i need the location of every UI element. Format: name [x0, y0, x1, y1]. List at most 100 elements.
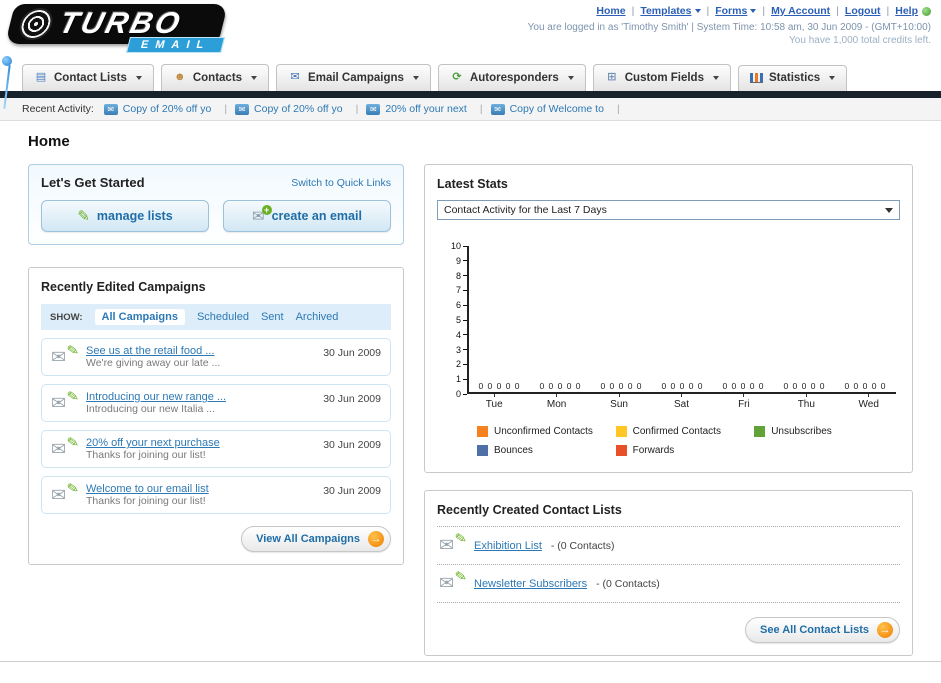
chevron-down-icon [412, 75, 419, 80]
tab-label: Contacts [192, 71, 243, 84]
edit-list-icon: ✉ ✎ [439, 529, 469, 555]
filter-sent[interactable]: Sent [261, 311, 284, 323]
top-link-forms[interactable]: Forms [715, 5, 747, 17]
view-all-campaigns-button[interactable]: View All Campaigns → [241, 526, 391, 552]
tab-label: Email Campaigns [308, 71, 404, 84]
filter-archived[interactable]: Archived [296, 311, 339, 323]
campaign-title-link[interactable]: Welcome to our email list [86, 483, 314, 495]
email-campaigns-icon: ✉ [290, 71, 300, 83]
page-title: Home [28, 133, 70, 150]
campaign-title-link[interactable]: 20% off your next purchase [86, 437, 314, 449]
recent-activity-item[interactable]: ✉ Copy of 20% off yo [103, 103, 235, 115]
arrow-right-icon: → [368, 531, 384, 547]
tab-custom-fields[interactable]: ⊞ Custom Fields [592, 64, 731, 91]
stats-range-select[interactable]: Contact Activity for the Last 7 Days [437, 200, 900, 220]
recent-activity-bar: Recent Activity: ✉ Copy of 20% off yo ✉ … [0, 98, 941, 121]
contacts-icon: ☻ [174, 71, 186, 83]
pencil-icon: ✎ [77, 208, 90, 225]
contact-list-count: - (0 Contacts) [596, 577, 660, 590]
campaign-subtitle: We're giving away our late ... [86, 357, 221, 369]
plus-icon: + [261, 205, 272, 215]
legend-swatch [477, 445, 488, 456]
create-email-button[interactable]: ✉ + create an email [223, 200, 391, 232]
tab-contact-lists[interactable]: ▤ Contact Lists [22, 64, 154, 91]
show-label: SHOW: [50, 311, 83, 323]
contact-list-row: ✉ ✎ Newsletter Subscribers - (0 Contacts) [437, 565, 900, 603]
campaigns-panel-title: Recently Edited Campaigns [41, 280, 206, 294]
legend-item: Confirmed Contacts [615, 426, 755, 437]
switch-quick-links-link[interactable]: Switch to Quick Links [291, 177, 391, 189]
campaign-subtitle: Thanks for joining our list! [86, 495, 206, 507]
filter-scheduled[interactable]: Scheduled [197, 311, 249, 323]
help-icon[interactable] [922, 6, 931, 16]
contact-activity-chart: 10 9 8 7 6 5 4 3 2 1 0 0 0 0 0 00 0 0 0 00 0 0 0 0… [443, 241, 896, 399]
chart-value-group: 0 0 0 0 0 [539, 381, 582, 391]
legend-label: Unconfirmed Contacts [494, 426, 593, 437]
credits-info: You have 1,000 total credits left. [789, 35, 931, 46]
top-link-templates[interactable]: Templates [640, 5, 691, 17]
main-nav: ▤ Contact Lists ☻ Contacts ✉ Email Campa… [0, 64, 941, 98]
chart-x-labels: Tue Mon Sun Sat Fri Thu Wed [463, 394, 900, 410]
top-link-my-account[interactable]: My Account [771, 5, 830, 17]
new-email-icon: ✉ + [252, 205, 272, 225]
manage-lists-button[interactable]: ✎ manage lists [41, 200, 209, 232]
legend-swatch [615, 426, 627, 437]
create-email-label: create an email [271, 209, 362, 223]
legend-item: Unsubscribes [754, 426, 893, 437]
legend-item: Bounces [477, 445, 616, 456]
campaign-title-link[interactable]: Introducing our new range ... [86, 391, 314, 403]
chevron-down-icon [251, 75, 258, 80]
see-all-contact-lists-button[interactable]: See All Contact Lists → [744, 617, 900, 643]
chart-plot: 0 0 0 0 0 0 0 0 0 0 0 0 0 0 0 0 0 0 0 0 0 0 … [467, 246, 896, 394]
y-axis-tick: 6 [456, 300, 467, 310]
latest-stats-panel: Latest Stats Contact Activity for the La… [424, 164, 913, 473]
legend-swatch [754, 426, 766, 437]
campaign-title-link[interactable]: See us at the retail food ... [86, 345, 314, 357]
contact-list-link[interactable]: Newsletter Subscribers [474, 578, 587, 590]
y-axis-tick: 9 [456, 256, 467, 266]
y-axis-tick: 1 [456, 374, 467, 384]
view-all-campaigns-label: View All Campaigns [256, 533, 360, 545]
y-axis-tick: 8 [456, 271, 467, 281]
top-link-logout[interactable]: Logout [845, 5, 881, 17]
edit-campaign-icon: ✉ ✎ [51, 432, 81, 459]
contact-list-link[interactable]: Exhibition List [474, 540, 542, 552]
custom-fields-icon: ⊞ [607, 71, 617, 83]
main-content: Home Let's Get Started Switch to Quick L… [0, 121, 941, 656]
chevron-down-icon [829, 76, 836, 80]
x-axis-label: Sun [588, 394, 650, 410]
tab-autoresponders[interactable]: ⟳ Autoresponders [437, 64, 586, 91]
recent-activity-label: Recent Activity: [22, 103, 94, 115]
recent-activity-item[interactable]: ✉ 20% off your next [366, 103, 490, 115]
recent-contact-lists-panel: Recently Created Contact Lists ✉ ✎ Exhibi… [424, 490, 913, 656]
top-link-help[interactable]: Help [895, 5, 918, 17]
legend-item: Unconfirmed Contacts [477, 426, 616, 437]
tab-email-campaigns[interactable]: ✉ Email Campaigns [276, 64, 431, 91]
left-column: Let's Get Started Switch to Quick Links … [28, 164, 404, 565]
y-axis-tick: 4 [456, 330, 467, 340]
x-axis-label: Mon [525, 394, 587, 410]
top-links: Home Templates Forms My Account Logout H… [528, 5, 931, 17]
x-axis-label: Sat [650, 394, 712, 410]
recent-activity-text: Copy of 20% off yo [254, 103, 343, 115]
filter-all-campaigns[interactable]: All Campaigns [94, 309, 185, 325]
campaign-row: ✉ ✎ Welcome to our email list Thanks for … [41, 476, 391, 514]
contact-lists-icon: ▤ [35, 71, 47, 83]
tab-contacts[interactable]: ☻ Contacts [160, 64, 270, 91]
envelope-icon: ✉ [366, 103, 381, 115]
autoresponders-icon: ⟳ [452, 71, 462, 83]
legend-label: Confirmed Contacts [632, 426, 721, 437]
manage-lists-label: manage lists [96, 209, 173, 223]
legend-label: Unsubscribes [771, 426, 832, 437]
campaign-row: ✉ ✎ 20% off your next purchase Thanks for… [41, 430, 391, 468]
top-link-home[interactable]: Home [596, 5, 625, 17]
x-axis-label: Wed [838, 394, 900, 410]
recent-activity-item[interactable]: ✉ Copy of 20% off yo [235, 103, 366, 115]
x-axis-label: Fri [713, 394, 775, 410]
recent-activity-item[interactable]: ✉ Copy of Welcome to [490, 103, 628, 115]
envelope-icon: ✉ [490, 103, 505, 115]
tab-statistics[interactable]: Statistics [737, 65, 848, 91]
logo: TURBO EMAIL [5, 4, 229, 53]
chevron-down-icon [135, 75, 142, 80]
stats-range-value: Contact Activity for the Last 7 Days [444, 204, 607, 216]
